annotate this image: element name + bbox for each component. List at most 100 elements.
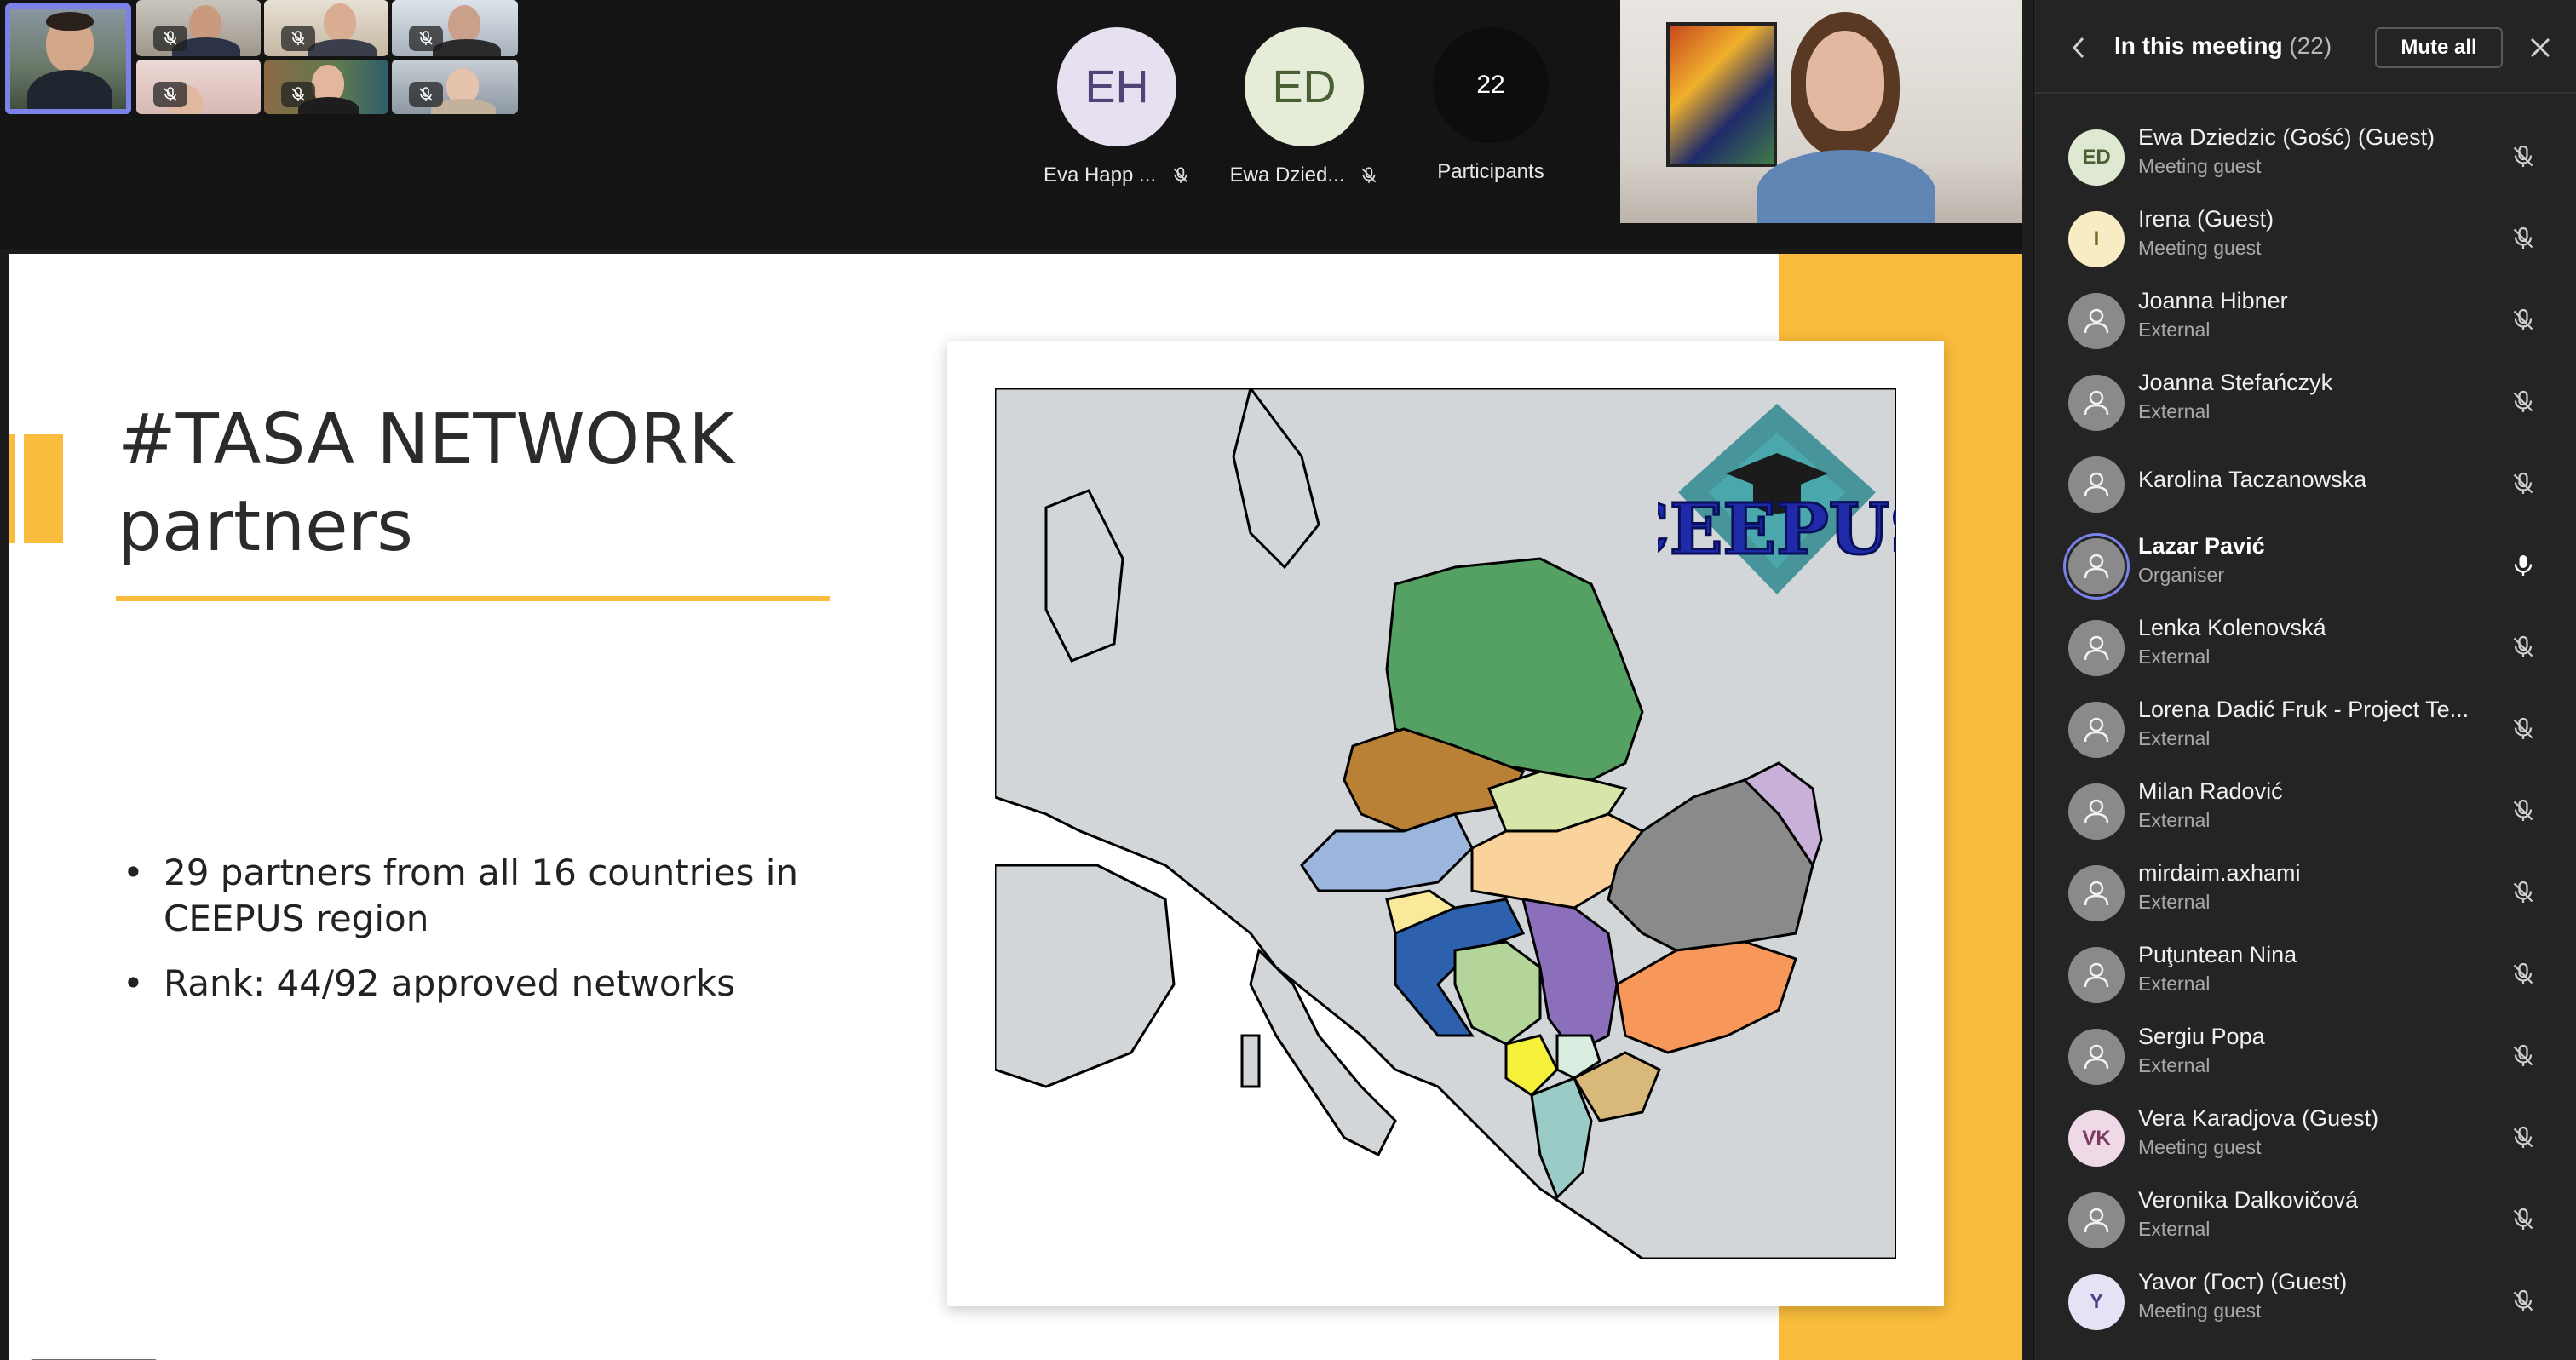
- participant-row[interactable]: mirdaim.axhami External: [2034, 846, 2576, 928]
- participant-role: Organiser: [2138, 564, 2224, 586]
- participant-name: Sergiu Popa: [2138, 1024, 2265, 1049]
- participant-name: Lorena Dadić Fruk - Project Te...: [2138, 697, 2470, 722]
- avatar-tile-ed[interactable]: ED Ewa Dzied...: [1216, 0, 1392, 249]
- participant-row[interactable]: VK Vera Karadjova (Guest) Meeting guest: [2034, 1092, 2576, 1174]
- participant-row[interactable]: Puţuntean Nina External: [2034, 928, 2576, 1010]
- participant-mic-status[interactable]: [2508, 468, 2539, 499]
- avatar: [2068, 620, 2125, 676]
- panel-title-text: In this meeting: [2114, 32, 2283, 59]
- avatar-tile-eh[interactable]: EH Eva Happ ...: [1031, 0, 1203, 249]
- participant-mic-status[interactable]: [2508, 1286, 2539, 1317]
- close-panel-button[interactable]: [2523, 31, 2557, 65]
- back-button[interactable]: [2063, 31, 2094, 65]
- avatar-initials: Y: [2089, 1290, 2103, 1313]
- participant-list: ED Ewa Dziedzic (Gość) (Guest) Meeting gue…: [2034, 111, 2576, 1337]
- person-icon: [2084, 472, 2109, 497]
- participant-row[interactable]: Lazar Pavić Organiser: [2034, 519, 2576, 601]
- avatar-name-row: Ewa Dzied...: [1230, 164, 1379, 187]
- participant-mic-status[interactable]: [2508, 1204, 2539, 1235]
- video-tile-large[interactable]: [1620, 0, 2022, 223]
- mic-off-icon: [164, 31, 177, 45]
- video-strip: EH Eva Happ ... ED Ewa Dzied... 22 Parti: [0, 0, 2022, 249]
- mic-off-icon: [2513, 717, 2533, 739]
- avatar-name-row: Eva Happ ...: [1044, 164, 1190, 187]
- participant-mic-status[interactable]: [2508, 877, 2539, 908]
- muted-indicator: [153, 82, 187, 107]
- avatar: EH: [1057, 27, 1176, 146]
- participant-row[interactable]: Sergiu Popa External: [2034, 1010, 2576, 1092]
- muted-indicator: [409, 26, 443, 51]
- video-tile[interactable]: [264, 0, 388, 56]
- teams-meeting-window: EH Eva Happ ... ED Ewa Dzied... 22 Parti: [0, 0, 2576, 1360]
- mic-off-icon: [291, 31, 305, 45]
- participants-panel: In this meeting (22) Mute all ED Ewa Dzie…: [2033, 0, 2576, 1360]
- participant-row[interactable]: Joanna Stefańczyk External: [2034, 356, 2576, 438]
- video-tile[interactable]: [264, 60, 388, 114]
- mic-off-icon: [419, 31, 433, 45]
- participant-mic-status[interactable]: [2508, 305, 2539, 336]
- video-tile[interactable]: [392, 60, 518, 114]
- avatar-initials: I: [2093, 227, 2100, 250]
- mic-off-icon: [1362, 167, 1377, 183]
- participant-row[interactable]: Joanna Hibner External: [2034, 274, 2576, 356]
- participants-label-text: Participants: [1437, 160, 1544, 183]
- mic-off-icon: [2513, 635, 2533, 657]
- mute-all-button[interactable]: Mute all: [2375, 27, 2503, 68]
- mic-off-icon: [2513, 390, 2533, 412]
- video-tile[interactable]: [392, 0, 518, 56]
- person-icon: [2084, 962, 2109, 988]
- mic-off-icon: [2513, 472, 2533, 494]
- participant-row[interactable]: Lorena Dadić Fruk - Project Te... Externa…: [2034, 683, 2576, 765]
- slide-title-underline: [116, 596, 830, 601]
- participant-mic-status[interactable]: [2508, 1041, 2539, 1071]
- avatar: [2068, 456, 2125, 513]
- participant-row[interactable]: Y Yavor (Гост) (Guest) Meeting guest: [2034, 1255, 2576, 1337]
- participant-row[interactable]: Veronika Dalkovičová External: [2034, 1174, 2576, 1255]
- participant-mic-status[interactable]: [2508, 223, 2539, 254]
- person-icon: [2084, 1208, 2109, 1233]
- mic-off-icon: [291, 87, 305, 101]
- participant-name: Veronika Dalkovičová: [2138, 1187, 2359, 1213]
- person-icon: [2084, 635, 2109, 661]
- avatar: [2068, 947, 2125, 1003]
- video-tile[interactable]: [136, 0, 261, 56]
- mic-off-icon: [2513, 227, 2533, 249]
- participants-overflow-tile[interactable]: 22 Participants: [1433, 0, 1549, 249]
- person-icon: [2084, 881, 2109, 906]
- mic-icon: [2514, 555, 2533, 576]
- participant-mic-status[interactable]: [2508, 141, 2539, 172]
- participant-row[interactable]: I Irena (Guest) Meeting guest: [2034, 192, 2576, 274]
- slide-accent-bar-left: [9, 434, 63, 543]
- participant-count-circle: 22: [1433, 27, 1549, 143]
- mic-off-icon: [2513, 1289, 2533, 1311]
- person-icon: [2084, 717, 2109, 743]
- muted-indicator: [409, 82, 443, 107]
- video-tile-active-speaker[interactable]: [5, 3, 131, 114]
- avatar-initials: EH: [1084, 61, 1149, 112]
- participant-mic-status[interactable]: [2508, 550, 2539, 581]
- participant-name: Karolina Taczanowska: [2138, 467, 2367, 492]
- map-image-frame: CEEPUS: [947, 341, 1944, 1306]
- avatar-initials: VK: [2082, 1127, 2111, 1150]
- participant-row[interactable]: ED Ewa Dziedzic (Gość) (Guest) Meeting gue…: [2034, 111, 2576, 192]
- participant-mic-status[interactable]: [2508, 1122, 2539, 1153]
- participants-label: Participants: [1437, 160, 1544, 184]
- mic-off-icon: [419, 87, 433, 101]
- person-icon: [2084, 799, 2109, 824]
- participant-row[interactable]: Karolina Taczanowska: [2034, 438, 2576, 519]
- participant-row[interactable]: Milan Radović External: [2034, 765, 2576, 846]
- participant-row[interactable]: Lenka Kolenovská External: [2034, 601, 2576, 683]
- participant-mic-status[interactable]: [2508, 632, 2539, 663]
- wall-painting: [1666, 22, 1777, 167]
- participant-mic-status[interactable]: [2508, 387, 2539, 417]
- participant-name: Lazar Pavić: [2138, 533, 2265, 559]
- participant-role: External: [2138, 973, 2211, 995]
- person-icon: [2084, 554, 2109, 579]
- participant-name: Ewa Dziedzic (Gość) (Guest): [2138, 124, 2435, 150]
- participant-role: Meeting guest: [2138, 1136, 2262, 1158]
- participant-count: 22: [1476, 71, 1505, 99]
- video-tile[interactable]: [136, 60, 261, 114]
- participant-mic-status[interactable]: [2508, 959, 2539, 990]
- participant-mic-status[interactable]: [2508, 714, 2539, 744]
- participant-mic-status[interactable]: [2508, 795, 2539, 826]
